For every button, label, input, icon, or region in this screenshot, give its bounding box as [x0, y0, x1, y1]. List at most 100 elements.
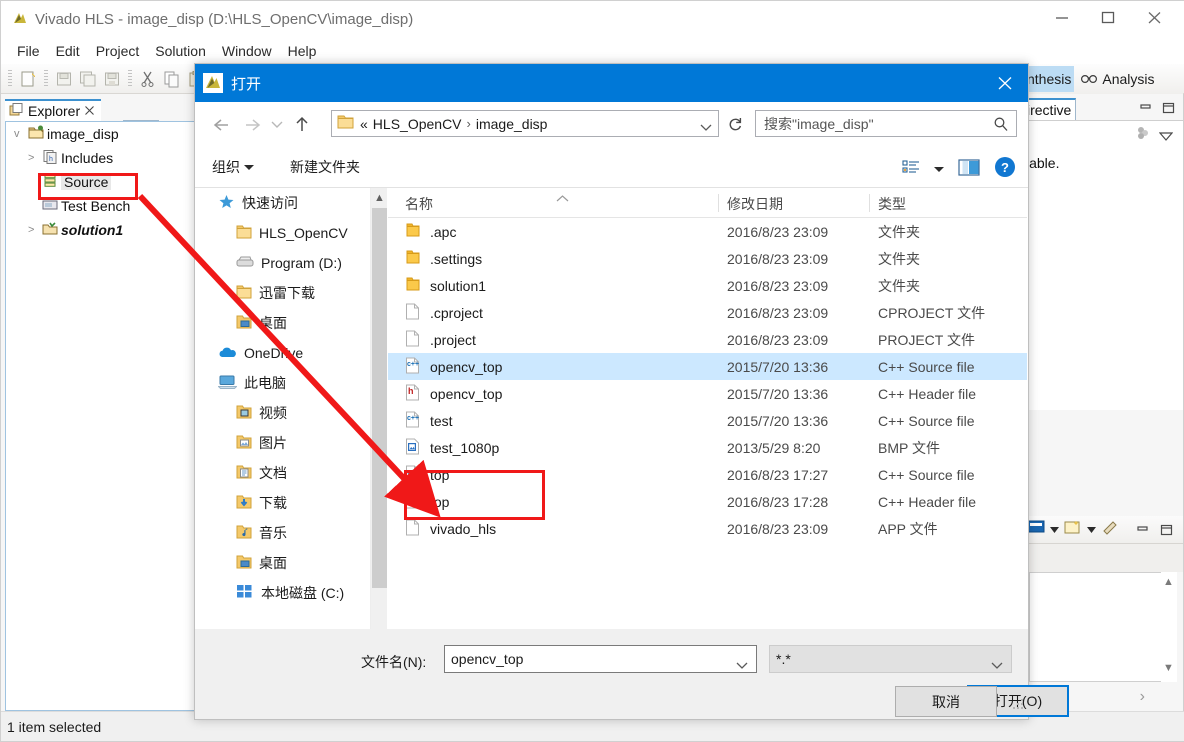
- twisty-icon[interactable]: v: [14, 128, 25, 140]
- place-item-quick-access[interactable]: 快速访问: [196, 188, 386, 218]
- tab-analysis[interactable]: Analysis: [1074, 71, 1155, 87]
- cancel-button[interactable]: 取消: [895, 686, 997, 717]
- table-row[interactable]: .project 2016/8/23 23:09 PROJECT 文件: [388, 326, 1027, 353]
- file-type-filter-select[interactable]: *.*: [769, 645, 1012, 673]
- place-item-videos[interactable]: 视频: [196, 398, 386, 428]
- view-menu-icon[interactable]: [1158, 128, 1174, 146]
- place-item-this-pc[interactable]: 此电脑: [196, 368, 386, 398]
- table-row[interactable]: .cproject 2016/8/23 23:09 CPROJECT 文件: [388, 299, 1027, 326]
- console-display-icon[interactable]: [1027, 519, 1045, 540]
- column-divider[interactable]: [869, 194, 870, 212]
- tab-explorer[interactable]: Explorer: [5, 99, 102, 121]
- menu-edit[interactable]: Edit: [48, 41, 88, 61]
- table-row[interactable]: h opencv_top 2015/7/20 13:36 C++ Header …: [388, 380, 1027, 407]
- chevron-down-icon[interactable]: [700, 119, 712, 137]
- tab-directive[interactable]: irective: [1023, 98, 1077, 120]
- table-row[interactable]: c++ top 2016/8/23 17:27 C++ Source file: [388, 461, 1027, 488]
- menu-solution[interactable]: Solution: [147, 41, 214, 61]
- place-item-program-d[interactable]: Program (D:): [196, 248, 386, 278]
- recent-locations-icon[interactable]: [267, 109, 287, 141]
- save-all-icon[interactable]: [77, 68, 99, 90]
- new-file-icon[interactable]: [17, 68, 39, 90]
- chevron-down-icon[interactable]: [736, 657, 748, 675]
- tree-item-solution1[interactable]: > solution1: [6, 218, 200, 242]
- cut-icon[interactable]: [137, 68, 159, 90]
- copy-icon[interactable]: [161, 68, 183, 90]
- minimize-view-icon[interactable]: [1136, 523, 1149, 541]
- save-as-icon[interactable]: [101, 68, 123, 90]
- link-dots-icon[interactable]: [1135, 125, 1151, 146]
- close-icon[interactable]: [1131, 1, 1177, 33]
- search-input[interactable]: 搜索"image_disp": [755, 110, 1017, 137]
- maximize-view-icon[interactable]: [1162, 101, 1175, 119]
- table-row[interactable]: c++ opencv_top 2015/7/20 13:36 C++ Sourc…: [388, 353, 1027, 380]
- place-item-xunlei-downloads[interactable]: 迅雷下载: [196, 278, 386, 308]
- maximize-icon[interactable]: [1085, 1, 1131, 33]
- menu-file[interactable]: File: [9, 41, 48, 61]
- maximize-view-icon[interactable]: [1160, 523, 1173, 541]
- place-item-local-disk-c[interactable]: 本地磁盘 (C:): [196, 578, 386, 608]
- scroll-up-icon[interactable]: ▲: [1163, 576, 1174, 588]
- caret-down-icon[interactable]: [934, 167, 944, 172]
- table-row[interactable]: h top 2016/8/23 17:28 C++ Header file: [388, 488, 1027, 515]
- organize-button[interactable]: 组织: [212, 157, 254, 177]
- next-icon[interactable]: ›: [1140, 688, 1145, 706]
- minimize-icon[interactable]: [1039, 1, 1085, 33]
- resize-grip-icon[interactable]: [1013, 698, 1025, 716]
- navigation-pane-scrollbar[interactable]: ▲ ▼: [370, 188, 387, 688]
- open-console-icon[interactable]: [1064, 519, 1082, 540]
- twisty-icon[interactable]: >: [28, 224, 39, 236]
- filename-input[interactable]: opencv_top: [444, 645, 757, 673]
- chevron-down-icon[interactable]: [991, 657, 1003, 675]
- table-row[interactable]: vivado_hls 2016/8/23 23:09 APP 文件: [388, 515, 1027, 542]
- tree-item-includes[interactable]: > h Includes: [6, 146, 200, 170]
- place-item-downloads[interactable]: 下载: [196, 488, 386, 518]
- new-folder-button[interactable]: 新建文件夹: [290, 157, 360, 177]
- place-item-hls-opencv[interactable]: HLS_OpenCV: [196, 218, 386, 248]
- menu-help[interactable]: Help: [280, 41, 325, 61]
- breadcrumb-root[interactable]: «: [360, 116, 368, 132]
- console-output[interactable]: [1029, 572, 1169, 682]
- table-row[interactable]: .settings 2016/8/23 23:09 文件夹: [388, 245, 1027, 272]
- menu-project[interactable]: Project: [88, 41, 148, 61]
- table-row[interactable]: test_1080p 2013/5/29 8:20 BMP 文件: [388, 434, 1027, 461]
- table-row[interactable]: solution1 2016/8/23 23:09 文件夹: [388, 272, 1027, 299]
- place-item-desktop-2[interactable]: 桌面: [196, 548, 386, 578]
- menu-window[interactable]: Window: [214, 41, 280, 61]
- tree-item-test-bench[interactable]: Test Bench: [6, 194, 200, 218]
- place-item-documents[interactable]: 文档: [196, 458, 386, 488]
- dropdown-caret-icon[interactable]: [1049, 521, 1060, 539]
- tree-item-source[interactable]: Source: [6, 170, 200, 194]
- console-scrollbar[interactable]: ▲ ▼: [1161, 572, 1177, 682]
- column-header-name[interactable]: 名称: [405, 194, 433, 214]
- place-item-pictures[interactable]: 图片: [196, 428, 386, 458]
- close-tab-icon[interactable]: [84, 103, 95, 119]
- tab-synthesis[interactable]: nthesis: [1025, 66, 1075, 92]
- scrollbar-thumb[interactable]: [372, 208, 387, 588]
- refresh-icon[interactable]: [723, 111, 747, 136]
- table-row[interactable]: .apc 2016/8/23 23:09 文件夹: [388, 218, 1027, 245]
- clear-console-icon[interactable]: [1101, 519, 1119, 540]
- column-divider[interactable]: [718, 194, 719, 212]
- place-item-desktop[interactable]: 桌面: [196, 308, 386, 338]
- up-arrow-icon[interactable]: [287, 109, 317, 141]
- tree-item-image_disp[interactable]: v image_disp: [6, 122, 200, 146]
- column-header-date[interactable]: 修改日期: [727, 194, 783, 214]
- twisty-icon[interactable]: >: [28, 152, 39, 164]
- scroll-down-icon[interactable]: ▼: [1163, 662, 1174, 674]
- place-item-music[interactable]: 音乐: [196, 518, 386, 548]
- dropdown-caret-icon[interactable]: [1086, 521, 1097, 539]
- breadcrumb-image-disp[interactable]: image_disp: [476, 116, 548, 132]
- table-row[interactable]: c++ test 2015/7/20 13:36 C++ Source file: [388, 407, 1027, 434]
- minimize-view-icon[interactable]: [1139, 101, 1152, 119]
- save-icon[interactable]: [53, 68, 75, 90]
- forward-arrow-icon[interactable]: [237, 109, 267, 141]
- address-bar[interactable]: « HLS_OpenCV › image_disp: [331, 110, 719, 137]
- search-icon[interactable]: [993, 116, 1009, 137]
- column-header-type[interactable]: 类型: [878, 194, 906, 214]
- view-layout-icon[interactable]: [902, 159, 920, 180]
- help-icon[interactable]: ?: [994, 156, 1016, 183]
- back-arrow-icon[interactable]: [207, 109, 237, 141]
- place-item-onedrive[interactable]: OneDrive: [196, 338, 386, 368]
- close-icon[interactable]: [982, 64, 1028, 102]
